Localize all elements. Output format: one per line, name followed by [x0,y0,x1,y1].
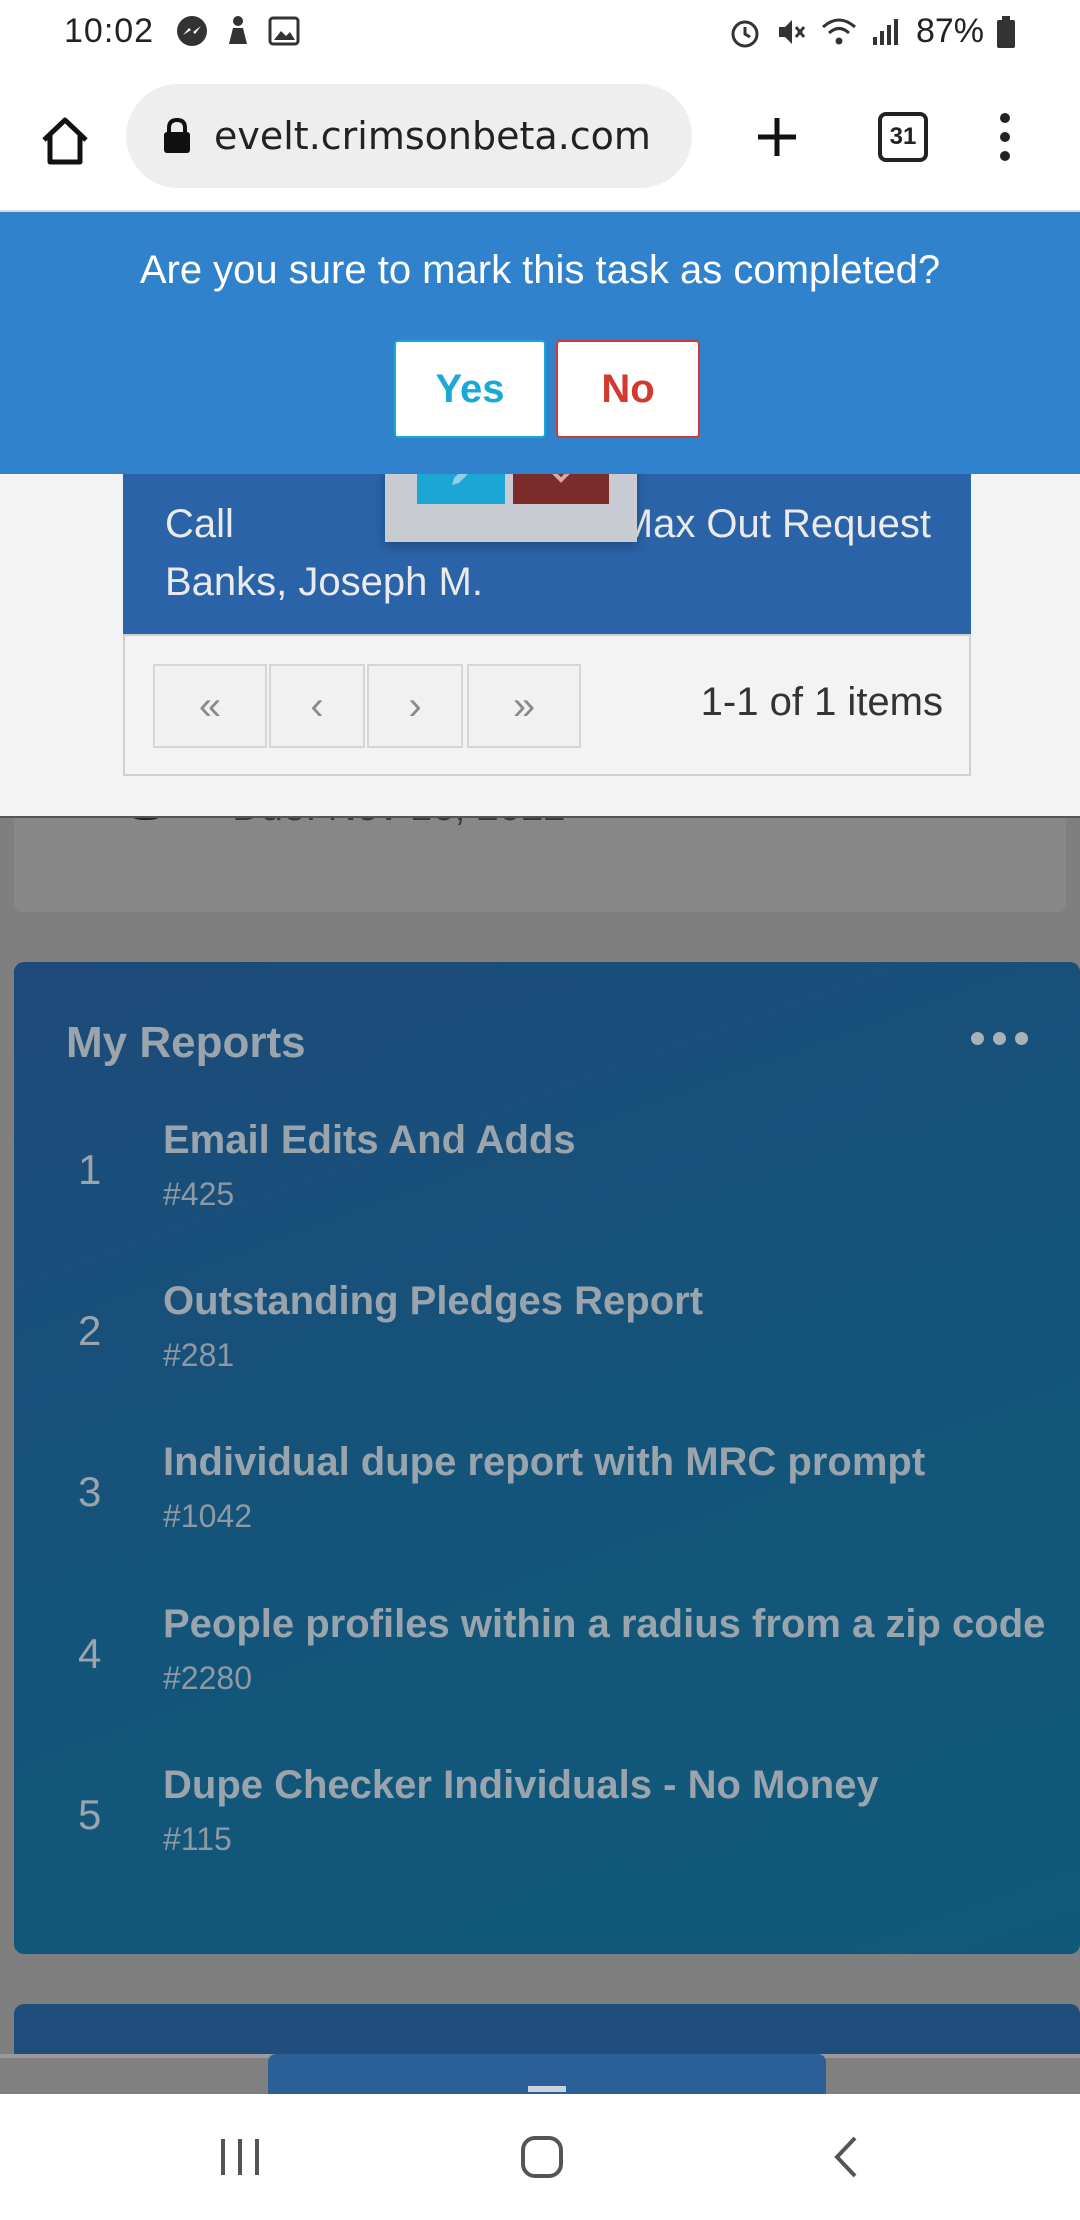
messenger-icon [177,16,207,46]
wifi-icon [821,18,856,44]
pager: « ‹ › » 1-1 of 1 items [123,634,971,776]
page-content: Due: Nov 16, 2022 Call Banks, Joseph M. … [0,212,1080,2056]
list-item[interactable]: 2 Outstanding Pledges Report #281 [14,1273,1080,1433]
report-name: Dupe Checker Individuals - No Money [163,1763,879,1807]
list-item[interactable]: 3 Individual dupe report with MRC prompt… [14,1434,1080,1594]
yes-button[interactable]: Yes [394,340,546,438]
list-item[interactable]: 1 Email Edits And Adds #425 [14,1112,1080,1272]
list-item[interactable]: 5 Dupe Checker Individuals - No Money #1… [14,1757,1080,1917]
report-number: 5 [78,1791,102,1838]
report-id: #425 [163,1176,235,1212]
signal-icon [872,18,898,45]
report-id: #2280 [163,1660,252,1696]
image-icon [268,16,300,46]
lock-icon [164,117,190,153]
report-number: 3 [78,1468,102,1515]
scroll-to-top-button[interactable] [268,2054,826,2094]
notification-icon [229,16,247,44]
recent-apps-icon [221,2139,259,2175]
task-contact-name: Banks, Joseph M. [165,560,483,604]
pager-info: 1-1 of 1 items [700,680,943,724]
alarm-icon [731,20,759,47]
plus-icon [758,118,796,156]
status-bar: 10:02 87% [0,0,1080,66]
report-name: Individual dupe report with MRC prompt [163,1440,926,1484]
task-type: Call [165,502,234,546]
report-name: People profiles within a radius from a z… [163,1602,1046,1646]
first-page-button[interactable]: « [153,664,267,748]
back-icon [834,2136,857,2178]
report-number: 4 [78,1630,102,1677]
home-icon [42,117,88,165]
confirm-question: Are you sure to mark this task as comple… [139,248,941,292]
reports-more-button[interactable] [971,1032,1028,1045]
home-nav-button[interactable] [502,2120,582,2194]
handle-icon [528,2086,566,2092]
battery-icon [997,15,1015,48]
next-page-button[interactable]: › [367,664,463,748]
previous-page-button[interactable]: ‹ [269,664,365,748]
report-id: #115 [163,1821,232,1857]
url-text: evelt.crimsonbeta.com [214,114,651,158]
browser-menu-button[interactable] [980,100,1030,174]
tab-switcher-button[interactable]: 31 [866,100,940,174]
new-tab-button[interactable] [740,100,814,174]
next-card [14,2004,1080,2056]
report-name: Email Edits And Adds [163,1118,576,1162]
recent-apps-button[interactable] [200,2120,280,2194]
last-page-button[interactable]: » [467,664,581,748]
address-bar[interactable]: evelt.crimsonbeta.com [126,84,692,188]
browser-toolbar: evelt.crimsonbeta.com 31 [0,66,1080,212]
list-item[interactable]: 4 People profiles within a radius from a… [14,1596,1080,1756]
status-time: 10:02 [64,12,155,50]
report-id: #281 [163,1337,235,1373]
report-number: 2 [78,1307,102,1354]
task-description: Max Out Request [619,502,931,546]
reports-title: My Reports [66,1018,306,1067]
my-reports-card: My Reports 1 Email Edits And Adds #425 2… [14,962,1080,1954]
tab-count: 31 [878,112,928,162]
battery-percent: 87% [915,12,984,50]
no-button[interactable]: No [556,340,700,438]
system-navigation-bar [0,2094,1080,2220]
report-id: #1042 [163,1498,252,1534]
confirm-dialog: Are you sure to mark this task as comple… [0,212,1080,474]
report-name: Outstanding Pledges Report [163,1279,704,1323]
home-circle-icon [521,2136,563,2178]
report-number: 1 [78,1146,102,1193]
home-button[interactable] [30,106,100,176]
mute-icon [778,19,806,44]
back-button[interactable] [806,2120,886,2194]
